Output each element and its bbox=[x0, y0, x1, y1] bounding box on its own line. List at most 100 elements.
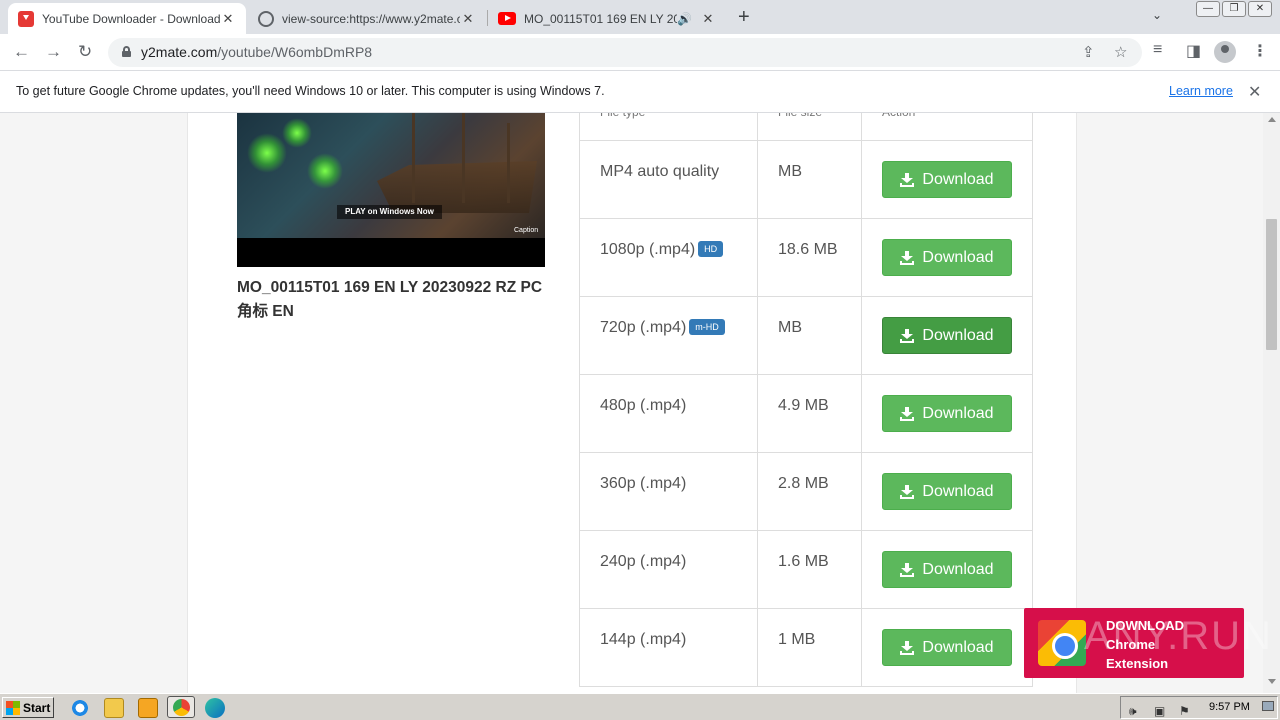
new-tab-button[interactable]: + bbox=[738, 6, 750, 29]
file-type-cell: 144p (.mp4) bbox=[579, 608, 758, 687]
download-label: Download bbox=[922, 638, 994, 656]
media-player-icon[interactable] bbox=[138, 698, 158, 718]
side-panel-icon[interactable]: ◨ bbox=[1186, 41, 1201, 61]
file-type: 360p (.mp4) bbox=[600, 475, 687, 492]
tab-youtube-video[interactable]: MO_00115T01 169 EN LY 2023092 🔊 ✕ bbox=[488, 3, 726, 34]
table-row: 720p (.mp4) m-HD MB Download bbox=[579, 296, 1033, 375]
table-row: 360p (.mp4) 2.8 MB Download bbox=[579, 452, 1033, 531]
scroll-up-icon[interactable] bbox=[1268, 117, 1276, 122]
download-icon bbox=[900, 562, 915, 577]
url-text[interactable]: y2mate.com/youtube/W6ombDmRP8 bbox=[141, 44, 372, 60]
tab-title: view-source:https://www.y2mate.c bbox=[282, 11, 460, 26]
download-label: Download bbox=[922, 482, 994, 500]
file-size: 1.6 MB bbox=[757, 530, 862, 609]
column-header: Action bbox=[861, 113, 1033, 141]
download-button[interactable]: Download bbox=[882, 161, 1012, 198]
edge-icon[interactable] bbox=[205, 698, 225, 718]
download-table: File type File size Action MP4 auto qual… bbox=[579, 113, 1033, 687]
learn-more-link[interactable]: Learn more bbox=[1169, 84, 1233, 98]
action-cell: Download bbox=[861, 452, 1033, 531]
file-size: 4.9 MB bbox=[757, 374, 862, 453]
media-control-icon[interactable]: ≡ bbox=[1153, 41, 1162, 59]
file-type-cell: 1080p (.mp4) HD bbox=[579, 218, 758, 297]
kebab-menu-icon[interactable]: ⋮ bbox=[1252, 41, 1268, 61]
chrome-taskbar-button[interactable] bbox=[167, 696, 195, 718]
download-label: Download bbox=[922, 248, 994, 266]
minimize-button[interactable]: — bbox=[1196, 1, 1220, 17]
table-row: 144p (.mp4) 1 MB Download bbox=[579, 608, 1033, 687]
volume-icon[interactable]: 🕪 bbox=[1129, 704, 1137, 719]
chrome-icon bbox=[173, 699, 190, 716]
download-button[interactable]: Download bbox=[882, 473, 1012, 510]
infobar-message: To get future Google Chrome updates, you… bbox=[16, 84, 605, 98]
scroll-down-icon[interactable] bbox=[1268, 679, 1276, 684]
window-controls: — ❐ ✕ bbox=[1196, 1, 1272, 17]
file-type: MP4 auto quality bbox=[600, 163, 720, 180]
flag-icon[interactable]: ⚑ bbox=[1179, 704, 1190, 718]
file-type: 720p (.mp4) bbox=[600, 319, 687, 336]
scrollbar-thumb[interactable] bbox=[1266, 219, 1277, 350]
network-icon[interactable]: ▣ bbox=[1154, 704, 1165, 718]
file-size: 18.6 MB bbox=[757, 218, 862, 297]
file-type-cell: 360p (.mp4) bbox=[579, 452, 758, 531]
close-icon[interactable]: ✕ bbox=[1248, 82, 1261, 102]
file-type-cell: 480p (.mp4) bbox=[579, 374, 758, 453]
chrome-logo-icon bbox=[1038, 620, 1086, 666]
tab-view-source[interactable]: view-source:https://www.y2mate.c ✕ bbox=[248, 3, 486, 34]
action-cell: Download bbox=[861, 296, 1033, 375]
speaker-icon[interactable]: 🔊 bbox=[677, 12, 692, 26]
quality-badge: m-HD bbox=[689, 319, 725, 335]
address-bar[interactable]: y2mate.com/youtube/W6ombDmRP8 ⇪ ☆ bbox=[108, 38, 1142, 67]
video-thumbnail: PLAY on Windows Now Caption bbox=[237, 113, 545, 267]
table-header-row: File type File size Action bbox=[579, 113, 1033, 141]
download-label: Download bbox=[922, 404, 994, 422]
reload-icon[interactable]: ↻ bbox=[78, 42, 92, 62]
download-button[interactable]: Download bbox=[882, 317, 1012, 354]
table-row: 240p (.mp4) 1.6 MB Download bbox=[579, 530, 1033, 609]
arrow-right-icon[interactable]: → bbox=[45, 42, 62, 62]
show-desktop-icon[interactable] bbox=[1262, 701, 1274, 711]
internet-explorer-icon[interactable] bbox=[70, 698, 90, 718]
quality-badge: HD bbox=[698, 241, 724, 257]
table-row: 1080p (.mp4) HD 18.6 MB Download bbox=[579, 218, 1033, 297]
download-icon bbox=[900, 250, 915, 265]
globe-icon bbox=[258, 10, 274, 27]
windows-taskbar: Start 🕪 ▣ ⚑ 9:57 PM bbox=[0, 693, 1280, 720]
page-scrollbar[interactable] bbox=[1263, 113, 1280, 693]
star-icon[interactable]: ☆ bbox=[1114, 43, 1127, 61]
download-label: Download bbox=[922, 560, 994, 578]
close-icon[interactable]: ✕ bbox=[220, 11, 236, 27]
tab-title: YouTube Downloader - Download Yo bbox=[42, 11, 220, 26]
ad-text: DOWNLOAD Chrome Extension bbox=[1106, 618, 1184, 671]
action-cell: Download bbox=[861, 218, 1033, 297]
table-row: MP4 auto quality MB Download bbox=[579, 140, 1033, 219]
download-button[interactable]: Download bbox=[882, 239, 1012, 276]
download-button[interactable]: Download bbox=[882, 551, 1012, 588]
download-button[interactable]: Download bbox=[882, 395, 1012, 432]
close-icon[interactable]: ✕ bbox=[700, 11, 716, 27]
action-cell: Download bbox=[861, 608, 1033, 687]
close-window-button[interactable]: ✕ bbox=[1248, 1, 1272, 17]
action-cell: Download bbox=[861, 374, 1033, 453]
chevron-down-icon[interactable]: ⌄ bbox=[1152, 8, 1162, 22]
download-button[interactable]: Download bbox=[882, 629, 1012, 666]
start-button[interactable]: Start bbox=[2, 697, 54, 718]
file-type: 240p (.mp4) bbox=[600, 553, 687, 570]
close-icon[interactable]: ✕ bbox=[460, 11, 476, 27]
share-icon[interactable]: ⇪ bbox=[1082, 43, 1095, 61]
download-icon bbox=[900, 172, 915, 187]
system-tray: 🕪 ▣ ⚑ bbox=[1120, 696, 1278, 719]
lock-icon[interactable] bbox=[122, 46, 131, 57]
chrome-extension-ad[interactable]: ANY.RUN DOWNLOAD Chrome Extension bbox=[1024, 608, 1271, 678]
clock: 9:57 PM bbox=[1209, 701, 1250, 713]
column-header: File size bbox=[757, 113, 862, 141]
arrow-left-icon[interactable]: ← bbox=[13, 42, 30, 62]
restore-button[interactable]: ❐ bbox=[1222, 1, 1246, 17]
file-explorer-icon[interactable] bbox=[104, 698, 124, 718]
download-icon bbox=[900, 640, 915, 655]
profile-icon[interactable] bbox=[1214, 41, 1236, 63]
column-header: File type bbox=[579, 113, 758, 141]
tab-youtube-downloader[interactable]: YouTube Downloader - Download Yo ✕ bbox=[8, 3, 246, 34]
download-icon bbox=[900, 328, 915, 343]
action-cell: Download bbox=[861, 140, 1033, 219]
